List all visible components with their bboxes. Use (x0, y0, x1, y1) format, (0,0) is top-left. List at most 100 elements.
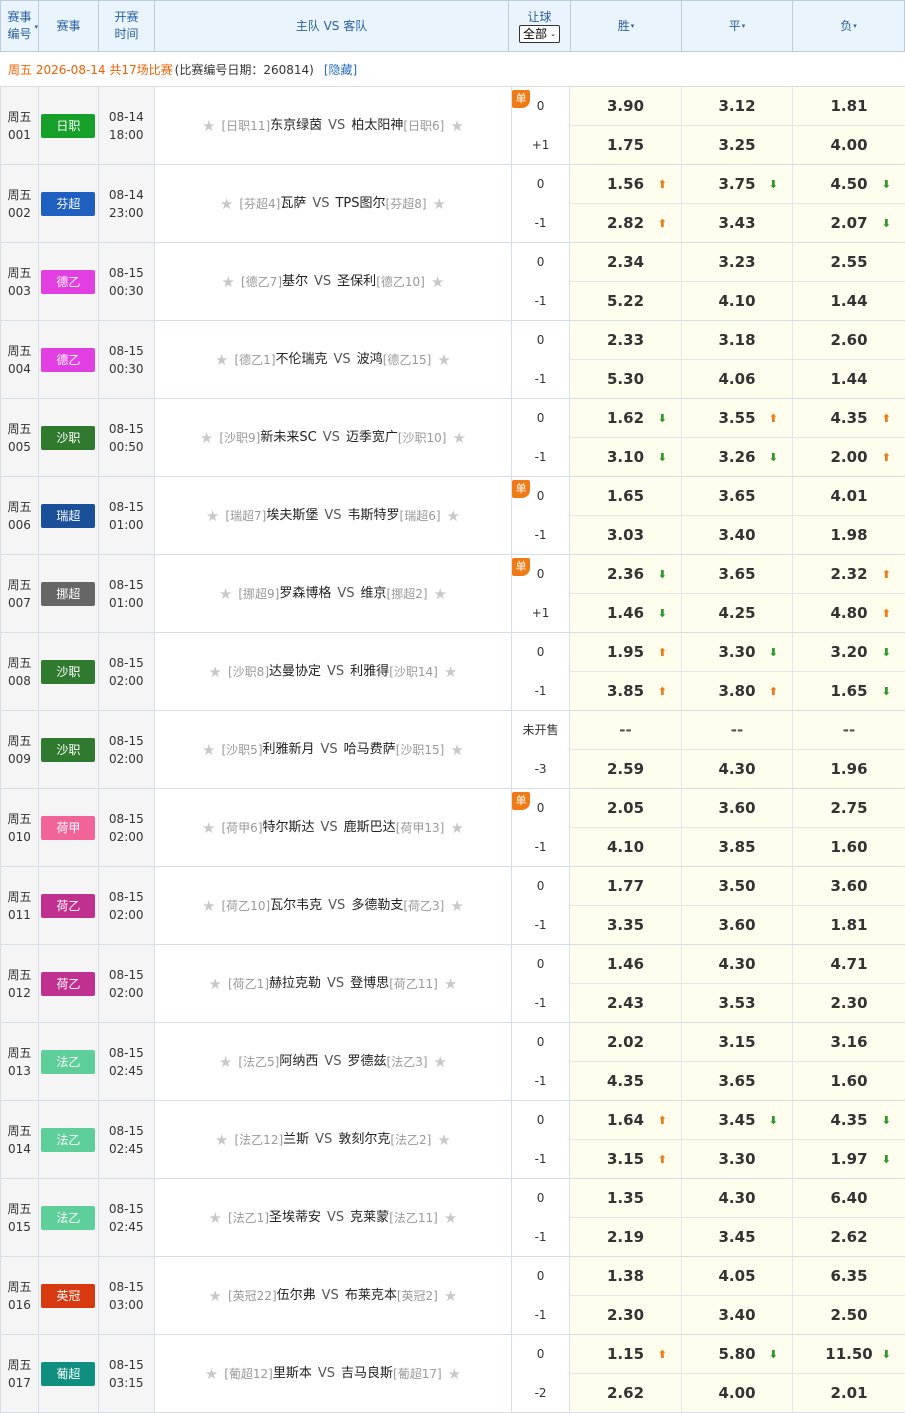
star-icon[interactable]: ★ (437, 351, 450, 369)
odds-draw[interactable]: 3.45 ⬇ (681, 1101, 793, 1139)
away-team[interactable]: 敦刻尔克 (338, 1131, 390, 1149)
odds-draw[interactable]: 3.45 (681, 1218, 793, 1256)
odds-lose[interactable]: 1.81 (792, 87, 905, 125)
odds-lose[interactable]: 2.30 (792, 984, 905, 1022)
league-badge[interactable]: 荷乙 (41, 971, 96, 996)
odds-win[interactable]: 3.35 (570, 906, 682, 944)
odds-win[interactable]: 3.90 (570, 87, 682, 125)
away-team[interactable]: 利雅得 (350, 663, 389, 681)
odds-lose[interactable]: 2.07 ⬇ (792, 204, 905, 242)
odds-win[interactable]: 2.82 ⬆ (570, 204, 682, 242)
odds-win[interactable]: 2.34 (570, 243, 682, 281)
odds-lose[interactable]: 2.00 ⬆ (792, 438, 905, 476)
home-team[interactable]: 不伦瑞克 (276, 351, 328, 369)
odds-lose[interactable]: 4.71 (792, 945, 905, 983)
league-badge[interactable]: 德乙 (41, 269, 96, 294)
league-badge[interactable]: 沙职 (41, 737, 96, 762)
odds-draw[interactable]: 3.60 (681, 789, 793, 827)
away-team[interactable]: 布莱克本 (345, 1287, 397, 1305)
odds-win[interactable]: 2.59 (570, 750, 682, 788)
away-team[interactable]: 迈季宽广 (346, 429, 398, 447)
odds-lose[interactable]: 11.50 ⬇ (792, 1335, 905, 1373)
odds-win[interactable]: 5.30 (570, 360, 682, 398)
odds-win[interactable]: 1.38 (570, 1257, 682, 1295)
odds-draw[interactable]: 4.30 (681, 1179, 793, 1217)
header-id[interactable]: 赛事 编号 ▾ (0, 1, 38, 51)
odds-win[interactable]: 1.35 (570, 1179, 682, 1217)
star-icon[interactable]: ★ (431, 273, 444, 291)
odds-win[interactable]: 1.65 (570, 477, 682, 515)
odds-draw[interactable]: 4.25 (681, 594, 793, 632)
odds-win[interactable]: 1.46 (570, 945, 682, 983)
star-icon[interactable]: ★ (444, 1209, 457, 1227)
league-badge[interactable]: 沙职 (41, 659, 96, 684)
odds-win[interactable]: 1.75 (570, 126, 682, 164)
star-icon[interactable]: ★ (434, 585, 447, 603)
away-team[interactable]: 克莱蒙 (350, 1209, 389, 1227)
odds-draw[interactable]: 5.80 ⬇ (681, 1335, 793, 1373)
header-win[interactable]: 胜 ▾ (570, 1, 681, 51)
league-badge[interactable]: 荷乙 (41, 893, 96, 918)
odds-win[interactable]: 1.46 ⬇ (570, 594, 682, 632)
star-icon[interactable]: ★ (450, 897, 463, 915)
home-team[interactable]: 基尔 (282, 273, 308, 291)
odds-lose[interactable]: 1.98 (792, 516, 905, 554)
odds-win[interactable]: 5.22 (570, 282, 682, 320)
star-icon[interactable]: ★ (434, 1053, 447, 1071)
away-team[interactable]: 多德勒支 (351, 897, 403, 915)
odds-win[interactable]: 1.77 (570, 867, 682, 905)
star-icon[interactable]: ★ (450, 117, 463, 135)
away-team[interactable]: 柏太阳神 (351, 117, 403, 135)
odds-draw[interactable]: 3.40 (681, 516, 793, 554)
away-team[interactable]: 鹿斯巴达 (344, 819, 396, 837)
star-icon[interactable]: ★ (206, 507, 219, 525)
odds-draw[interactable]: 3.65 (681, 555, 793, 593)
star-icon[interactable]: ★ (215, 351, 228, 369)
star-icon[interactable]: ★ (209, 1287, 222, 1305)
odds-draw[interactable]: 3.80 ⬆ (681, 672, 793, 710)
odds-win[interactable]: 1.95 ⬆ (570, 633, 682, 671)
star-icon[interactable]: ★ (220, 195, 233, 213)
odds-lose[interactable]: 3.20 ⬇ (792, 633, 905, 671)
odds-lose[interactable]: 2.32 ⬆ (792, 555, 905, 593)
home-team[interactable]: 新未来SC (260, 429, 316, 447)
odds-lose[interactable]: 4.35 ⬆ (792, 399, 905, 437)
odds-draw[interactable]: 3.30 (681, 1140, 793, 1178)
odds-lose[interactable]: 2.50 (792, 1296, 905, 1334)
home-team[interactable]: 达曼协定 (269, 663, 321, 681)
star-icon[interactable]: ★ (202, 819, 215, 837)
odds-win[interactable]: 2.36 ⬇ (570, 555, 682, 593)
home-team[interactable]: 赫拉克勒 (269, 975, 321, 993)
odds-win[interactable]: 2.05 (570, 789, 682, 827)
odds-draw[interactable]: 3.85 (681, 828, 793, 866)
odds-win[interactable]: 4.35 (570, 1062, 682, 1100)
star-icon[interactable]: ★ (215, 1131, 228, 1149)
league-badge[interactable]: 法乙 (41, 1127, 96, 1152)
odds-win[interactable]: 3.85 ⬆ (570, 672, 682, 710)
handicap-select[interactable]: 全部 ⌄ (518, 24, 561, 44)
home-team[interactable]: 东京绿茵 (270, 117, 322, 135)
odds-lose[interactable]: 4.50 ⬇ (792, 165, 905, 203)
star-icon[interactable]: ★ (448, 1365, 461, 1383)
league-badge[interactable]: 日职 (41, 113, 96, 138)
home-team[interactable]: 里斯本 (273, 1365, 312, 1383)
odds-lose[interactable]: 3.60 (792, 867, 905, 905)
league-badge[interactable]: 英冠 (41, 1283, 96, 1308)
odds-lose[interactable]: 1.60 (792, 1062, 905, 1100)
odds-draw[interactable]: 3.12 (681, 87, 793, 125)
odds-win[interactable]: 2.19 (570, 1218, 682, 1256)
star-icon[interactable]: ★ (222, 273, 235, 291)
odds-draw[interactable]: 4.10 (681, 282, 793, 320)
away-team[interactable]: TPS图尔 (335, 195, 385, 213)
header-lose[interactable]: 负 ▾ (792, 1, 905, 51)
odds-lose[interactable]: 2.62 (792, 1218, 905, 1256)
star-icon[interactable]: ★ (205, 1365, 218, 1383)
odds-lose[interactable]: 2.60 (792, 321, 905, 359)
league-badge[interactable]: 瑞超 (41, 503, 96, 528)
odds-draw[interactable]: 3.50 (681, 867, 793, 905)
star-icon[interactable]: ★ (219, 1053, 232, 1071)
home-team[interactable]: 利雅新月 (263, 741, 315, 759)
odds-draw[interactable]: 4.30 (681, 945, 793, 983)
odds-lose[interactable]: 1.60 (792, 828, 905, 866)
odds-lose[interactable]: 4.80 ⬆ (792, 594, 905, 632)
